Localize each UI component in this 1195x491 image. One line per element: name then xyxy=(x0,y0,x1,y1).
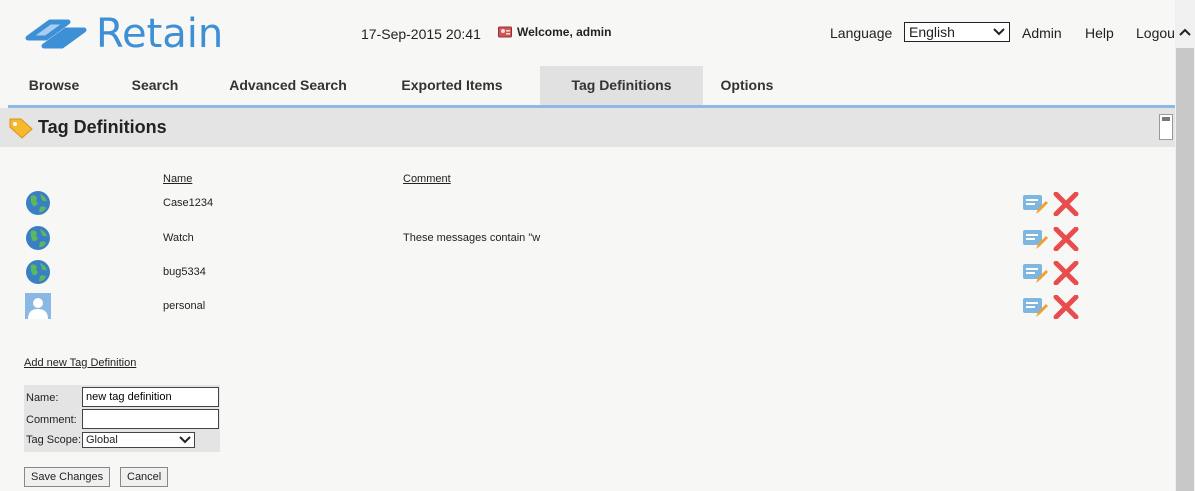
tab-options[interactable]: Options xyxy=(712,66,782,106)
tag-scope-value: Global xyxy=(86,434,118,446)
comment-label: Comment: xyxy=(26,414,77,426)
edit-icon[interactable] xyxy=(1022,261,1048,285)
globe-icon xyxy=(26,260,50,284)
retain-logo-icon xyxy=(25,19,87,49)
column-header-name[interactable]: Name xyxy=(163,173,192,185)
tag-icon xyxy=(9,118,33,139)
tag-name: Watch xyxy=(163,232,194,244)
globe-icon xyxy=(26,226,50,250)
table-row: Case1234 xyxy=(0,190,1175,224)
table-row: bug5334 xyxy=(0,259,1175,293)
tag-name: bug5334 xyxy=(163,266,206,278)
edit-icon[interactable] xyxy=(1022,227,1048,251)
tab-search[interactable]: Search xyxy=(114,66,196,106)
language-label: Language xyxy=(830,25,893,41)
chevron-down-icon xyxy=(993,28,1005,36)
scroll-up-button[interactable] xyxy=(1175,22,1195,42)
current-datetime: 17-Sep-2015 20:41 xyxy=(361,26,481,42)
name-label: Name: xyxy=(26,392,59,404)
delete-icon[interactable] xyxy=(1053,192,1079,216)
tag-comment: These messages contain "w xyxy=(403,232,541,244)
tab-advanced-search[interactable]: Advanced Search xyxy=(216,66,360,106)
edit-icon[interactable] xyxy=(1022,192,1048,216)
logo-text: Retain xyxy=(96,11,224,57)
save-changes-button[interactable]: Save Changes xyxy=(24,467,111,487)
chevron-down-icon xyxy=(179,436,191,444)
welcome-text: Welcome, admin xyxy=(517,25,612,39)
user-badge-icon xyxy=(498,26,512,38)
tag-name-input[interactable] xyxy=(82,387,219,407)
globe-icon xyxy=(26,191,50,215)
add-tag-definition-link[interactable]: Add new Tag Definition xyxy=(24,357,136,369)
retain-logo[interactable]: Retain xyxy=(22,14,223,54)
welcome-message: Welcome, admin xyxy=(498,25,611,39)
delete-icon[interactable] xyxy=(1053,295,1079,319)
page: Retain 17-Sep-2015 20:41 Welcome, admin … xyxy=(0,0,1175,491)
section-header: Tag Definitions xyxy=(0,108,1175,147)
tag-comment-input[interactable] xyxy=(82,409,219,429)
help-link[interactable]: Help xyxy=(1085,25,1114,41)
admin-link[interactable]: Admin xyxy=(1022,25,1062,41)
delete-icon[interactable] xyxy=(1053,261,1079,285)
table-row: personal xyxy=(0,293,1175,327)
page-title: Tag Definitions xyxy=(38,117,167,137)
delete-icon[interactable] xyxy=(1053,227,1079,251)
language-select[interactable]: English xyxy=(904,22,1010,42)
table-row: Watch These messages contain "w xyxy=(0,225,1175,259)
person-icon xyxy=(25,293,51,319)
tag-name: personal xyxy=(163,300,206,312)
cancel-button[interactable]: Cancel xyxy=(120,467,169,487)
tab-tag-definitions[interactable]: Tag Definitions xyxy=(540,66,703,106)
tab-exported-items[interactable]: Exported Items xyxy=(384,66,520,106)
panel-toggle-icon[interactable] xyxy=(1159,114,1173,140)
tag-scope-select[interactable]: Global xyxy=(82,432,195,448)
logout-link[interactable]: Logout xyxy=(1136,25,1175,41)
column-header-comment[interactable]: Comment xyxy=(403,173,451,185)
tag-name: Case1234 xyxy=(163,197,214,209)
main-nav: Browse Search Advanced Search Exported I… xyxy=(0,66,1175,106)
add-tag-form: Name: Comment: Tag Scope: Global xyxy=(24,385,220,452)
chevron-up-icon xyxy=(1179,28,1191,36)
app-header: Retain 17-Sep-2015 20:41 Welcome, admin … xyxy=(0,0,1175,66)
language-value: English xyxy=(909,24,955,40)
edit-icon[interactable] xyxy=(1022,295,1048,319)
scrollbar-thumb[interactable] xyxy=(1176,48,1194,491)
tag-scope-label: Tag Scope: xyxy=(26,434,82,446)
tab-browse[interactable]: Browse xyxy=(12,66,96,106)
